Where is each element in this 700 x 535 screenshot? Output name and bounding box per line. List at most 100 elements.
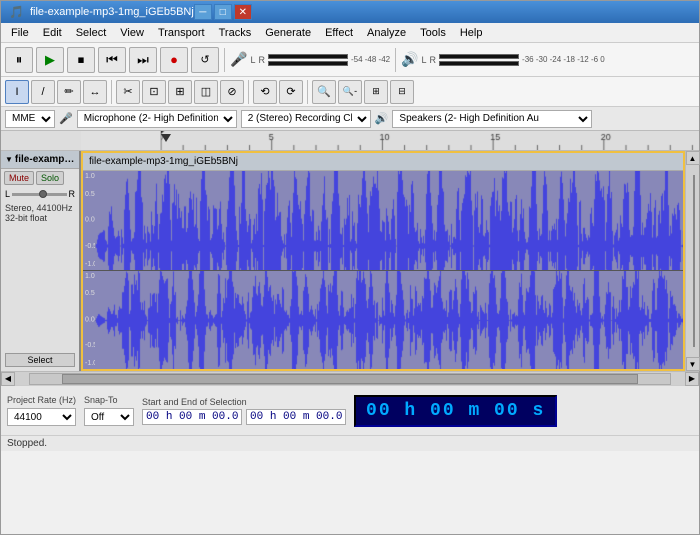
channel-select[interactable]: 2 (Stereo) Recording Chann ...	[241, 110, 371, 128]
play-button[interactable]: ▶	[36, 47, 64, 73]
zoom-out-button[interactable]: 🔍-	[338, 80, 362, 104]
collapse-arrow[interactable]: ▼	[5, 155, 13, 164]
copy-button[interactable]: ⊡	[142, 80, 166, 104]
selection-start-input[interactable]	[142, 409, 242, 425]
audio-host-select[interactable]: MME	[5, 110, 55, 128]
pause-button[interactable]: ⏸	[5, 47, 33, 73]
vscroll-thumb[interactable]	[693, 175, 695, 348]
project-rate-select[interactable]: 44100	[7, 408, 76, 426]
trim-button[interactable]: ◫	[194, 80, 218, 104]
solo-button[interactable]: Solo	[36, 171, 64, 185]
bottom-bar: Project Rate (Hz) 44100 Snap-To Off Star…	[1, 385, 699, 435]
status-bar: Stopped.	[1, 435, 699, 451]
menu-analyze[interactable]: Analyze	[361, 25, 412, 41]
menu-select[interactable]: Select	[70, 25, 113, 41]
output-device-select[interactable]: Speakers (2- High Definition Au	[392, 110, 592, 128]
waveform-panel: file-example-mp3-1mg_iGEb5BNj 1.0 0.5 0.…	[81, 151, 685, 371]
menu-help[interactable]: Help	[454, 25, 489, 41]
output-meters	[439, 54, 519, 66]
menu-view[interactable]: View	[114, 25, 150, 41]
y-label-0-0-bot: 0.0	[85, 316, 95, 323]
fit-project-button[interactable]: ⊟	[390, 80, 414, 104]
y-label-0-5: 0.5	[85, 191, 95, 198]
channel-area: 1.0 0.5 0.0 -0.5 -1.0 1.0 0.5 0.0 -0.5 -…	[83, 171, 683, 369]
wave-header: file-example-mp3-1mg_iGEb5BNj	[83, 153, 683, 171]
separator3	[111, 80, 112, 104]
window-controls: ─ □ ✕	[194, 4, 252, 20]
zoom-in-button[interactable]: 🔍	[312, 80, 336, 104]
snap-to-group: Snap-To Off	[84, 395, 134, 426]
mute-button[interactable]: Mute	[4, 171, 34, 185]
envelope-tool-button[interactable]: /	[31, 80, 55, 104]
track-name-bar[interactable]: ▼ file-example...	[1, 151, 79, 169]
menu-edit[interactable]: Edit	[37, 25, 68, 41]
timeline-ruler	[1, 131, 699, 151]
selection-tool-button[interactable]: I	[5, 80, 29, 104]
silence-button[interactable]: ⊘	[220, 80, 244, 104]
zoom-selection-button[interactable]: ⊞	[364, 80, 388, 104]
horizontal-scrollbar: ◀ ▶	[1, 371, 699, 385]
pan-slider[interactable]	[12, 193, 66, 196]
track-name-text: file-example...	[15, 154, 75, 165]
vscroll-down[interactable]: ▼	[686, 357, 700, 371]
transport-toolbar: ⏸ ▶ ⏹ ⏮ ⏭ ● ↺ 🎤 L R -54 -48 -42 🔊 L R -3…	[1, 43, 699, 77]
selection-group: Start and End of Selection	[142, 397, 346, 425]
select-button-area: Select	[5, 353, 75, 367]
hscroll-thumb[interactable]	[62, 374, 638, 384]
skip-start-button[interactable]: ⏮	[98, 47, 126, 73]
stop-button[interactable]: ⏹	[67, 47, 95, 73]
y-label-1-0-bot: 1.0	[85, 273, 95, 280]
select-button[interactable]: Select	[5, 353, 75, 367]
track-info-line1: Stereo, 44100Hz	[5, 203, 75, 213]
menu-tools[interactable]: Tools	[414, 25, 452, 41]
snap-to-select[interactable]: Off	[84, 408, 134, 426]
meter-scale-left: -54 -48 -42	[351, 55, 390, 64]
mic-icon: 🎤	[230, 51, 247, 68]
minimize-button[interactable]: ─	[194, 4, 212, 20]
output-label-r: R	[430, 55, 437, 65]
vertical-scrollbar: ▲ ▼	[685, 151, 699, 371]
hscroll-right[interactable]: ▶	[685, 372, 699, 386]
channel-bottom: 1.0 0.5 0.0 -0.5 -1.0	[83, 270, 683, 370]
maximize-button[interactable]: □	[214, 4, 232, 20]
y-label-1-0: 1.0	[85, 173, 95, 180]
edit-toolbar: I / ✏ ↔ ✂ ⊡ ⊞ ◫ ⊘ ⟲ ⟳ 🔍 🔍- ⊞ ⊟	[1, 77, 699, 107]
hscroll-track	[29, 373, 671, 385]
wave-title-text: file-example-mp3-1mg_iGEb5BNj	[89, 156, 238, 167]
waveform-bottom-canvas	[95, 271, 683, 370]
output-label-l: L	[422, 55, 427, 65]
time-inputs	[142, 409, 346, 425]
redo-button[interactable]: ⟳	[279, 80, 303, 104]
menu-tracks[interactable]: Tracks	[213, 25, 258, 41]
menu-effect[interactable]: Effect	[319, 25, 359, 41]
menu-file[interactable]: File	[5, 25, 35, 41]
timeshift-tool-button[interactable]: ↔	[83, 80, 107, 104]
speaker-icon: 🔊	[401, 51, 418, 68]
input-meters	[268, 54, 348, 66]
track-area: ▼ file-example... Mute Solo L R Stereo, …	[1, 151, 699, 371]
selection-end-input[interactable]	[246, 409, 346, 425]
undo-button[interactable]: ⟲	[253, 80, 277, 104]
input-device-select[interactable]: Microphone (2- High Definition	[77, 110, 237, 128]
track-info-line2: 32-bit float	[5, 213, 75, 223]
mic-device-icon: 🎤	[59, 112, 73, 125]
hscroll-left[interactable]: ◀	[1, 372, 15, 386]
close-button[interactable]: ✕	[234, 4, 252, 20]
draw-tool-button[interactable]: ✏	[57, 80, 81, 104]
title-bar: 🎵 file-example-mp3-1mg_iGEb5BNj ─ □ ✕	[1, 1, 699, 23]
menu-generate[interactable]: Generate	[259, 25, 317, 41]
menu-bar: File Edit Select View Transport Tracks G…	[1, 23, 699, 43]
pan-control: L R	[1, 187, 79, 201]
time-display-value: 00 h 00 m 00 s	[366, 401, 545, 421]
vscroll-up[interactable]: ▲	[686, 151, 700, 165]
separator5	[307, 80, 308, 104]
paste-button[interactable]: ⊞	[168, 80, 192, 104]
cut-button[interactable]: ✂	[116, 80, 140, 104]
y-label-0-0-top: 0.0	[85, 217, 95, 224]
skip-end-button[interactable]: ⏭	[129, 47, 157, 73]
menu-transport[interactable]: Transport	[152, 25, 211, 41]
separator2	[395, 48, 396, 72]
loop-button[interactable]: ↺	[191, 47, 219, 73]
separator4	[248, 80, 249, 104]
record-button[interactable]: ●	[160, 47, 188, 73]
